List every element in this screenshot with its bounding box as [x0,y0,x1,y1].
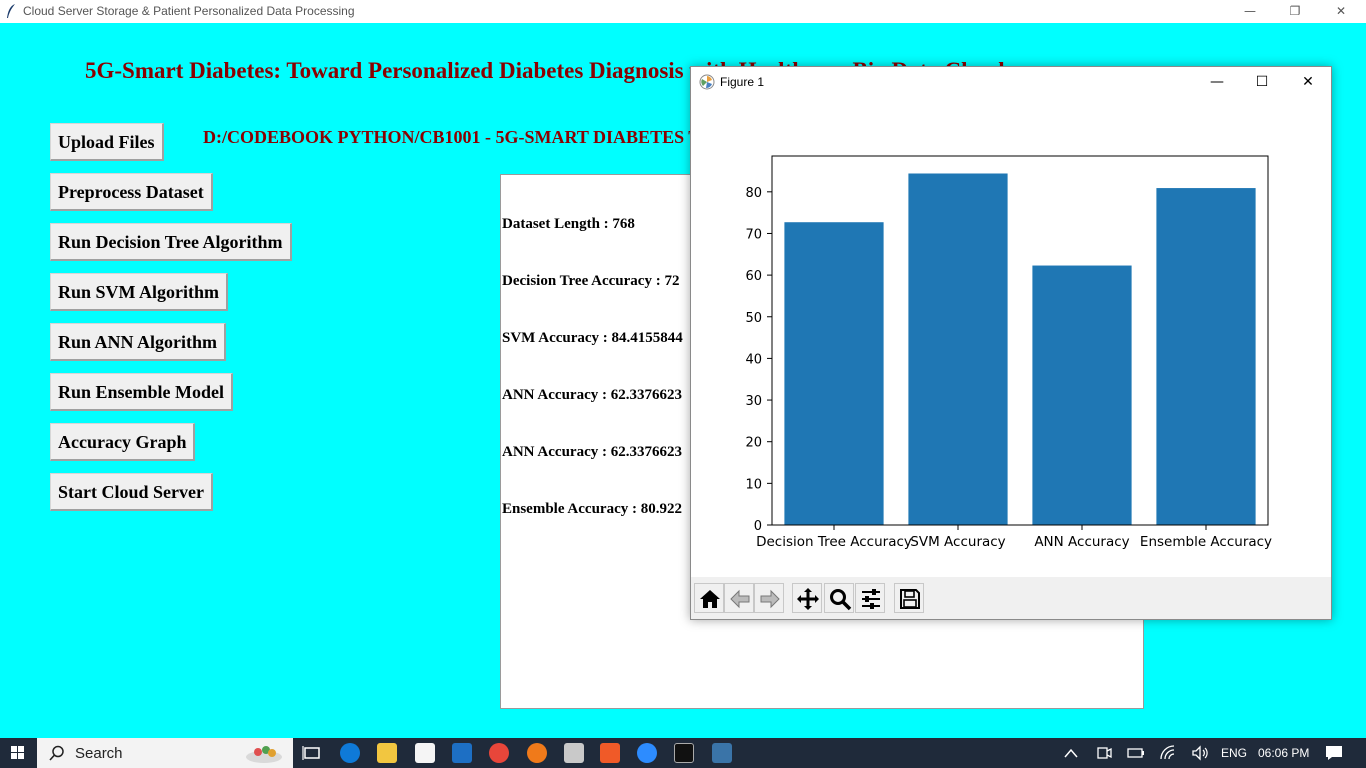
figure-maximize-button[interactable]: ☐ [1239,67,1285,97]
chart-bar [908,173,1008,525]
y-tick-label: 10 [745,477,762,492]
close-button[interactable]: ✕ [1318,0,1364,23]
chrome-icon[interactable] [489,743,509,763]
x-tick-label: Ensemble Accuracy [1140,534,1272,550]
terminal-icon[interactable] [674,743,694,763]
home-icon [700,590,720,608]
brave-browser-icon[interactable] [600,743,620,763]
language-indicator[interactable]: ENG [1221,746,1247,760]
figure-toolbar [691,577,1331,619]
start-button[interactable] [0,738,36,768]
figure-titlebar: Figure 1 — ☐ ✕ [691,67,1331,97]
y-tick-label: 50 [745,311,762,326]
accuracy-bar-chart: 0 10 20 30 40 50 60 70 80 Decision Tree AccuracyS… [745,155,1272,550]
search-placeholder: Search [75,745,123,762]
back-button[interactable] [724,583,754,613]
forward-icon [760,589,780,609]
image-viewer-icon[interactable] [564,743,584,763]
pan-button[interactable] [792,583,822,613]
volume-icon[interactable] [1191,745,1209,761]
y-tick-label: 30 [745,394,762,409]
matplotlib-icon [699,74,715,90]
restore-button[interactable]: ❐ [1272,0,1318,23]
file-explorer-icon[interactable] [377,743,397,763]
zoom-icon [830,589,852,611]
taskbar: Search ENG 06:06 PM [0,738,1366,768]
vscode-icon[interactable] [452,743,472,763]
configure-subplots-button[interactable] [855,583,885,613]
pan-icon [797,588,819,610]
meet-now-icon[interactable] [1096,745,1112,761]
run-svm-button[interactable]: Run SVM Algorithm [50,273,229,311]
x-tick-label: SVM Accuracy [910,534,1005,550]
home-button[interactable] [694,583,724,613]
task-view-icon[interactable] [302,743,322,763]
y-tick-label: 80 [745,186,762,201]
zoom-app-icon[interactable] [637,743,657,763]
figure-close-button[interactable]: ✕ [1285,67,1331,97]
minimize-button[interactable]: — [1227,0,1273,23]
x-tick-label: ANN Accuracy [1034,534,1129,550]
windows-icon [11,746,24,759]
chart-bar [1156,188,1256,525]
search-highlight-icon [246,746,282,763]
y-tick-label: 60 [745,269,762,284]
search-icon [49,745,64,761]
back-icon [730,589,750,609]
y-tick-label: 0 [754,519,762,534]
window-title: Cloud Server Storage & Patient Personali… [23,4,355,18]
x-tick-label: Decision Tree Accuracy [756,534,912,550]
chart-bar [1032,265,1132,525]
y-tick-label: 20 [745,436,762,451]
python-icon[interactable] [712,743,732,763]
store-app-icon[interactable] [415,743,435,763]
y-tick-label: 40 [745,352,762,367]
figure-minimize-button[interactable]: — [1194,67,1240,97]
run-ann-button[interactable]: Run ANN Algorithm [50,323,227,361]
chart-bar [784,222,884,525]
feather-app-icon [7,4,15,18]
wifi-icon[interactable] [1160,745,1178,761]
clock[interactable]: 06:06 PM [1258,746,1309,760]
taskbar-search-box[interactable]: Search [37,738,293,768]
run-decision-tree-button[interactable]: Run Decision Tree Algorithm [50,223,292,261]
run-ensemble-button[interactable]: Run Ensemble Model [50,373,234,411]
save-button[interactable] [894,583,924,613]
start-cloud-server-button[interactable]: Start Cloud Server [50,473,213,511]
chevron-up-icon[interactable] [1064,747,1078,759]
notifications-icon[interactable] [1325,745,1343,761]
forward-button[interactable] [754,583,784,613]
zoom-button[interactable] [824,583,854,613]
edge-browser-icon[interactable] [340,743,360,763]
save-icon [900,589,920,609]
window-titlebar: Cloud Server Storage & Patient Personali… [0,0,1366,23]
search-app-icon[interactable] [527,743,547,763]
y-tick-label: 70 [745,227,762,242]
configure-icon [862,589,880,609]
upload-files-button[interactable]: Upload Files [50,123,164,161]
accuracy-graph-button[interactable]: Accuracy Graph [50,423,196,461]
battery-icon[interactable] [1127,746,1145,760]
figure-window: Figure 1 — ☐ ✕ 0 10 20 30 40 50 60 70 80 Decision… [690,66,1332,620]
preprocess-dataset-button[interactable]: Preprocess Dataset [50,173,213,211]
figure-title: Figure 1 [720,75,765,89]
